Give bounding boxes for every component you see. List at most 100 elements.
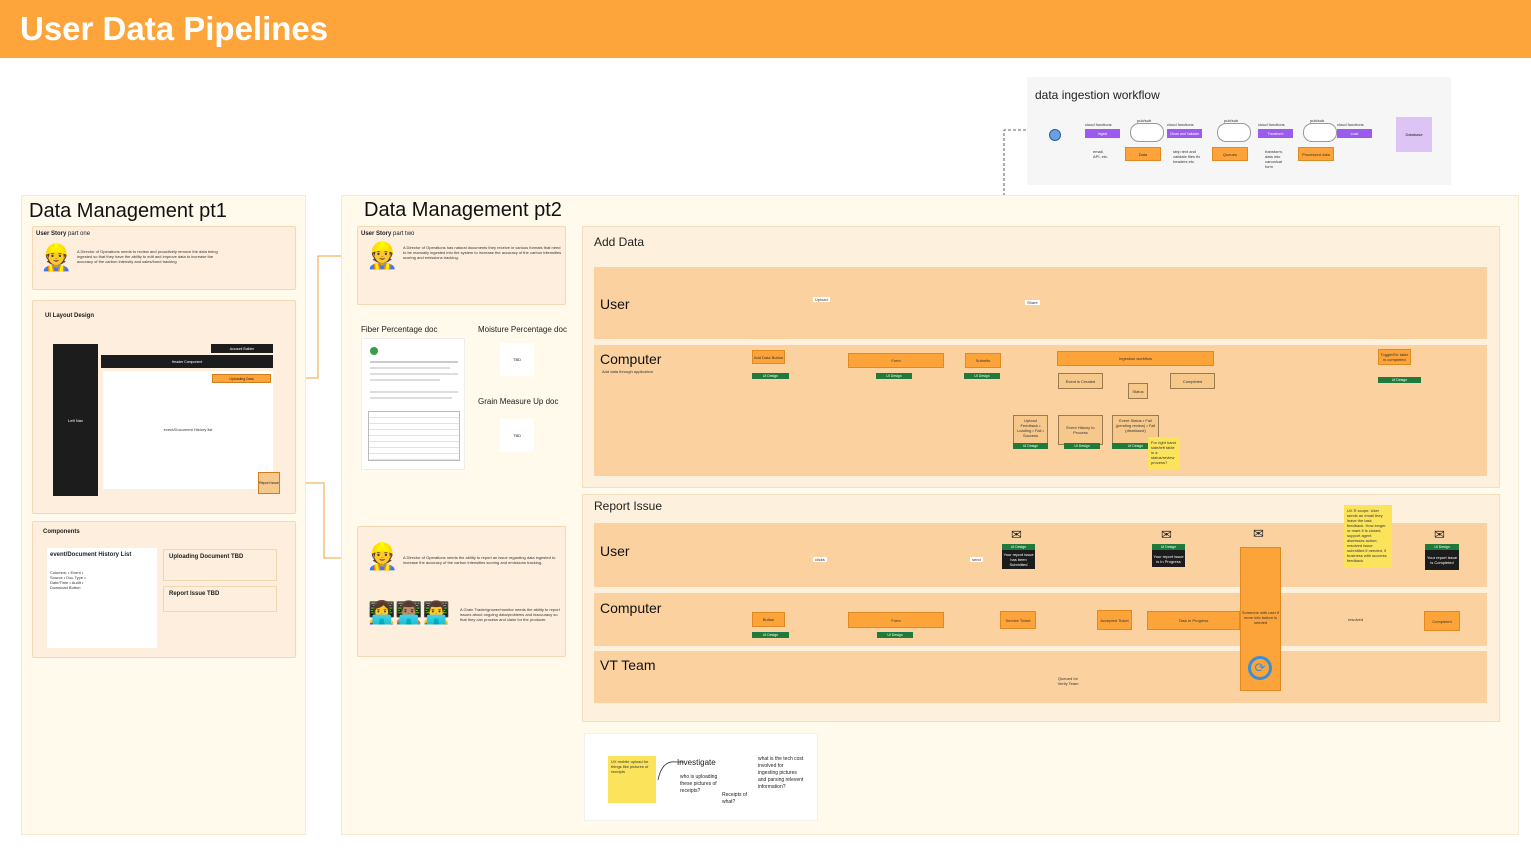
stage2-box: Clean and Validate [1167, 129, 1202, 138]
receipts-note: Receipts of what? [722, 792, 748, 805]
ui-design-tag: UI Design [877, 632, 913, 638]
form-node: Form [848, 353, 944, 368]
stage2-store: Queues [1212, 147, 1248, 161]
content-area: event/Document History list [103, 371, 273, 489]
service-ticket-node: Service Ticket [1000, 611, 1036, 629]
workflow-card: data ingestion workflow cloud functions … [1027, 77, 1451, 185]
stage3-label: cloud functions [1258, 122, 1285, 127]
uploading-document-title: Uploading Document TBD [169, 554, 244, 560]
user-story2-body: A Director of Operations has natural doc… [403, 245, 562, 260]
uploading-data-button[interactable]: Uploading Data [212, 374, 271, 383]
pubsub-1 [1130, 123, 1164, 142]
stage4-label: cloud functions [1337, 122, 1364, 127]
report-completed-node: Completed [1424, 611, 1460, 631]
ui-layout-title: UI Layout Design [45, 313, 95, 319]
queued-verity-note: Queued for Verity Team [1057, 676, 1079, 686]
pubsub-2 [1217, 123, 1251, 142]
add-data-title: Add Data [594, 235, 645, 249]
report-form-node: Form [848, 612, 944, 628]
section-pt1 [21, 195, 306, 835]
task-in-progress-node: Task In Progress [1147, 611, 1240, 630]
lane-computer-label: Computer [600, 351, 662, 367]
edge-share: Share [1025, 300, 1040, 305]
account-builder-button[interactable]: Account Builder [211, 344, 273, 353]
ui-design-tag: UI Design [752, 373, 789, 379]
user-story3-body: A Director of Operations needs the abili… [403, 555, 556, 565]
event-history-node: Event History to Process [1058, 415, 1103, 445]
mail-icon: ✉ [1253, 526, 1264, 541]
user-story2-label: User Story [361, 231, 392, 237]
event-history-list-title: event/Document History List [50, 552, 132, 558]
pubsub-1-label: pub/sub [1137, 118, 1152, 123]
status-node: Status [1128, 383, 1148, 399]
ingestion-workflow-node: Ingestion workflow [1057, 351, 1214, 366]
user-story-body: A Director of Operations needs to review… [77, 249, 218, 264]
moisture-doc-tbd: TBD [500, 343, 534, 376]
notes-card: UX mobile upload for things like picture… [584, 733, 818, 821]
report-issue-button[interactable]: Report Issue [258, 472, 280, 494]
worker-avatar-icon: 👷 [40, 242, 73, 272]
lane-user-label: User [600, 296, 630, 312]
edge-click: clicks [813, 557, 827, 562]
header-component: Header Component [101, 355, 273, 368]
report-lane-vt-label: VT Team [600, 657, 656, 673]
ui-design-tag: UI Design [752, 632, 789, 638]
add-data-button-node: Add Data Button [752, 350, 785, 364]
report-lane-computer-label: Computer [600, 600, 662, 616]
stage4-box: Load [1337, 129, 1372, 138]
pubsub-3-label: pub/sub [1310, 118, 1325, 123]
report-button-node: Button [752, 612, 785, 627]
lane-computer-sub: Add data through application [602, 369, 653, 374]
pubsub-2-label: pub/sub [1224, 118, 1239, 123]
components-title: Components [43, 529, 80, 535]
mail-icon: ✉ [1161, 527, 1172, 542]
section-title-pt1: Data Management pt1 [29, 200, 227, 222]
ui-design-tag: UI Design [1378, 377, 1421, 383]
report-sticky-note: UX R scope: User sends an email they lea… [1344, 505, 1392, 568]
ui-design-tag: UI Design [964, 373, 1000, 379]
team-avatars-icon: 👩‍💻👨🏽‍💻👨‍💻 [368, 600, 451, 625]
who-uploading-note: who is uploading these pictures of recei… [680, 774, 718, 794]
investigate-label: Investigate [677, 758, 716, 767]
submits-node: Submits [965, 353, 1001, 368]
report-lane-vt [594, 651, 1487, 703]
grain-doc-tbd: TBD [500, 419, 534, 452]
notify-completed: Your report issue is Completed [1425, 550, 1459, 570]
notify-in-progress: Your report issue is In Progress [1152, 550, 1185, 567]
lane-computer [594, 345, 1487, 476]
components-card: Components event/Document History List C… [32, 521, 296, 658]
ui-layout-card: UI Layout Design Account Builder Header … [32, 300, 296, 514]
report-issue-title: Report Issue TBD [169, 591, 220, 597]
edge-send: send [970, 557, 983, 562]
grain-doc-title: Grain Measure Up doc [478, 397, 559, 406]
event-history-placeholder: event/Document History list [163, 427, 213, 432]
edge-resolved: resolved [1346, 617, 1366, 622]
stage1-note: email, API, etc. [1093, 149, 1109, 159]
tech-cost-note: what is the tech cost involved for inges… [758, 756, 804, 790]
uploading-document-card: Uploading Document TBD [163, 549, 277, 581]
edge-upload: Upload [813, 297, 830, 302]
report-issue-title: Report Issue [594, 499, 663, 513]
completed-node: Completed [1170, 373, 1215, 389]
upload-feedback-node: Upload Feedback • Loading • Fail • Succe… [1013, 415, 1048, 445]
stage3-note: transform, data into canonical form [1265, 149, 1284, 169]
notify-submitted: Your report issue has been Submitted [1002, 550, 1035, 569]
event-created-node: Event is Created [1058, 373, 1103, 389]
doc-table [368, 411, 460, 461]
moisture-doc-title: Moisture Percentage doc [478, 325, 567, 334]
fiber-doc-title: Fiber Percentage doc [361, 325, 438, 334]
clock-icon [1049, 129, 1061, 141]
ui-design-tag: UI Design [1013, 443, 1048, 449]
user-story2-suffix: part two [393, 231, 415, 237]
worker-avatar-icon-3: 👷 [366, 541, 399, 571]
stage3-store: Processed data [1298, 147, 1334, 161]
accepted-ticket-node: Accepted Ticket [1097, 610, 1132, 630]
add-data-sticky-note: For right hand side/left table in a stat… [1148, 437, 1180, 470]
user-story4-body: A Grain Trader/grower/monitor needs the … [460, 607, 560, 622]
stage1-store: Data [1125, 147, 1161, 161]
doc-logo-icon [370, 347, 378, 355]
ui-design-tag: UI Design [1064, 443, 1100, 449]
ui-design-tag: UI Design [876, 373, 912, 379]
event-history-list-body: Columns: • Event • Source • Doc Type • D… [50, 570, 86, 590]
user-story3-card: 👷 A Director of Operations needs the abi… [357, 526, 566, 657]
